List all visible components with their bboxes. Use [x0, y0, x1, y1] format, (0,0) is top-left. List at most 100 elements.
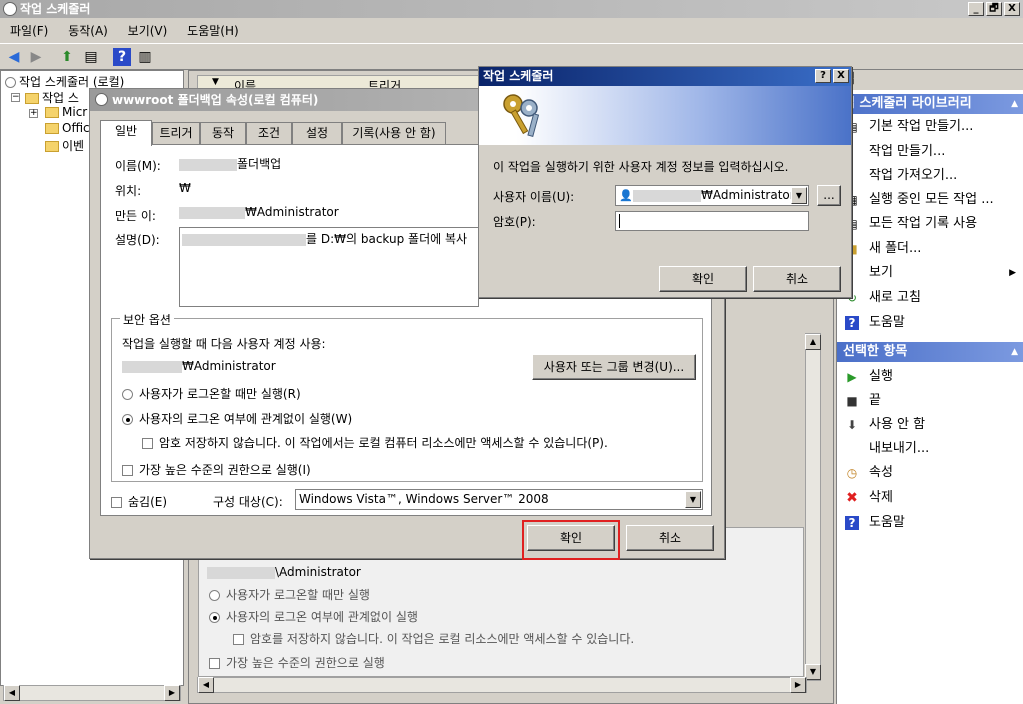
- down-arrow-icon: ⬇: [846, 418, 858, 432]
- scroll-right-icon[interactable]: ▶: [164, 685, 180, 701]
- menu-view[interactable]: 보기(V): [122, 18, 174, 43]
- back-arrow-icon[interactable]: ◀: [5, 48, 23, 66]
- preview-account: \Administrator: [207, 565, 361, 579]
- configure-for-select[interactable]: Windows Vista™, Windows Server™ 2008 ▼: [295, 489, 703, 510]
- dropdown-arrow-icon[interactable]: ▼: [791, 187, 807, 204]
- security-run-as-label: 작업을 실행할 때 다음 사용자 계정 사용:: [122, 337, 326, 351]
- action-end[interactable]: ■ 끝: [837, 390, 1023, 412]
- properties-clock-icon: ◷: [846, 466, 858, 480]
- help-icon[interactable]: ?: [113, 48, 131, 66]
- tree-horizontal-scrollbar[interactable]: ◀ ▶: [3, 685, 181, 701]
- credential-dialog: 작업 스케줄러 ? X 이 작업을 실행하기 위한 사용자 계정 정보를 입력하…: [478, 66, 852, 298]
- description-textarea[interactable]: 를 D:₩의 backup 폴더에 복사: [179, 227, 479, 307]
- action-new-folder[interactable]: ■ 새 폴더...: [837, 238, 1023, 260]
- security-account: ₩Administrator: [122, 359, 276, 373]
- submenu-arrow-icon: ▶: [1009, 268, 1016, 278]
- description-label: 설명(D):: [115, 233, 160, 247]
- author-value: ₩Administrator: [179, 205, 339, 219]
- action-delete[interactable]: ✖ 삭제: [837, 487, 1023, 509]
- help-button[interactable]: ?: [815, 69, 831, 83]
- user-icon: 👤: [619, 189, 633, 202]
- tab-settings[interactable]: 설정: [292, 122, 342, 144]
- change-user-button[interactable]: 사용자 또는 그룹 변경(U)...: [532, 354, 696, 380]
- action-help-selected[interactable]: ? 도움말: [837, 512, 1023, 534]
- preview-check-no-password: 암호를 저장하지 않습니다. 이 작업은 로컬 리소스에만 액세스할 수 있습니…: [233, 630, 634, 647]
- scroll-left-icon[interactable]: ◀: [198, 677, 214, 693]
- tree-item-microsoft[interactable]: Micr: [45, 105, 87, 119]
- folder-icon: [45, 123, 59, 134]
- action-disable[interactable]: ⬇ 사용 안 함: [837, 414, 1023, 436]
- stop-icon: ■: [846, 394, 858, 408]
- center-vertical-scrollbar[interactable]: ▲ ▼: [805, 333, 821, 681]
- close-button[interactable]: X: [833, 69, 849, 83]
- credential-cancel-button[interactable]: 취소: [753, 266, 841, 292]
- scroll-up-icon[interactable]: ▲: [805, 334, 821, 350]
- credential-dialog-title[interactable]: 작업 스케줄러 ? X: [479, 67, 851, 86]
- username-label: 사용자 이름(U):: [493, 190, 575, 204]
- check-highest-privileges[interactable]: 가장 높은 수준의 권한으로 실행(I): [122, 461, 311, 478]
- scroll-left-icon[interactable]: ◀: [4, 685, 20, 701]
- tab-triggers[interactable]: 트리거: [152, 122, 200, 144]
- minimize-button[interactable]: _: [968, 2, 984, 16]
- tab-actions[interactable]: 동작: [200, 122, 246, 144]
- properties-cancel-button[interactable]: 취소: [626, 525, 714, 551]
- action-create-task[interactable]: 작업 만들기...: [837, 141, 1023, 163]
- up-folder-icon[interactable]: ⬆: [58, 48, 76, 66]
- credential-prompt: 이 작업을 실행하기 위한 사용자 계정 정보를 입력하십시오.: [493, 160, 789, 174]
- username-combobox[interactable]: 👤 ₩Administrator ▼: [615, 185, 809, 206]
- forward-arrow-icon[interactable]: ▶: [27, 48, 45, 66]
- action-import-task[interactable]: 작업 가져오기...: [837, 165, 1023, 187]
- center-horizontal-scrollbar[interactable]: ◀ ▶: [197, 677, 807, 693]
- action-running-tasks[interactable]: ▦ 실행 중인 모든 작업 ...: [837, 189, 1023, 211]
- action-run[interactable]: ▶ 실행: [837, 366, 1023, 388]
- text-cursor: [619, 214, 620, 228]
- actions-section-selected[interactable]: 선택한 항목 ▲: [837, 342, 1023, 362]
- menu-action[interactable]: 동작(A): [62, 18, 114, 43]
- location-label: 위치:: [115, 184, 142, 198]
- browse-user-button[interactable]: ...: [817, 185, 841, 206]
- folder-clock-icon: [25, 93, 39, 104]
- password-label: 암호(P):: [493, 215, 536, 229]
- author-label: 만든 이:: [115, 209, 156, 223]
- preview-radio-regardless: 사용자의 로그온 여부에 관계없이 실행: [209, 608, 418, 625]
- restore-button[interactable]: 🗗: [986, 2, 1002, 16]
- tab-general[interactable]: 일반: [100, 120, 152, 146]
- check-hidden[interactable]: 숨김(E): [111, 493, 167, 510]
- tab-history[interactable]: 기록(사용 안 함): [342, 122, 446, 144]
- main-window-title: 작업 스케줄러 _ 🗗 X: [0, 0, 1023, 18]
- check-no-password[interactable]: 암호 저장하지 않습니다. 이 작업에서는 로컬 컴퓨터 리소스에만 액세스할 …: [142, 434, 608, 451]
- tree-item-library[interactable]: 작업 스: [25, 89, 79, 106]
- properties-ok-button[interactable]: 확인: [527, 525, 615, 551]
- tree-item-event[interactable]: 이벤: [45, 137, 84, 154]
- menu-file[interactable]: 파일(F): [4, 18, 54, 43]
- action-view[interactable]: 보기 ▶: [837, 262, 1023, 284]
- expand-icon[interactable]: +: [29, 109, 38, 118]
- scroll-down-icon[interactable]: ▼: [805, 664, 821, 680]
- action-refresh[interactable]: ↻ 새로 고침: [837, 287, 1023, 309]
- tab-conditions[interactable]: 조건: [246, 122, 292, 144]
- tree-item-office[interactable]: Offic: [45, 121, 90, 135]
- configure-label: 구성 대상(C):: [213, 495, 283, 509]
- menu-bar: 파일(F) 동작(A) 보기(V) 도움말(H): [0, 18, 1023, 44]
- action-enable-history[interactable]: ▤ 모든 작업 기록 사용: [837, 213, 1023, 235]
- action-create-basic-task[interactable]: ▤ 기본 작업 만들기...: [837, 116, 1023, 138]
- close-button[interactable]: X: [1004, 2, 1020, 16]
- radio-logon-only[interactable]: 사용자가 로그온할 때만 실행(R): [122, 385, 301, 402]
- menu-help[interactable]: 도움말(H): [181, 18, 245, 43]
- scroll-right-icon[interactable]: ▶: [790, 677, 806, 693]
- dropdown-arrow-icon[interactable]: ▼: [685, 491, 701, 508]
- clock-icon: [5, 77, 16, 88]
- action-export[interactable]: 내보내기...: [837, 438, 1023, 460]
- preview-check-highest: 가장 높은 수준의 권한으로 실행: [209, 654, 385, 671]
- actions-pane: 업 업 스케줄러 라이브러리▲ ▤기본 작업 만들기... 작업 만들기... …: [836, 70, 1023, 704]
- action-properties[interactable]: ◷ 속성: [837, 462, 1023, 484]
- radio-regardless[interactable]: 사용자의 로그온 여부에 관계없이 실행(W): [122, 410, 352, 427]
- password-input[interactable]: [615, 211, 809, 231]
- action-help[interactable]: ? 도움말: [837, 312, 1023, 334]
- security-options-group: 보안 옵션 작업을 실행할 때 다음 사용자 계정 사용: ₩Administr…: [111, 311, 703, 482]
- show-hide-tree-icon[interactable]: ▤: [82, 48, 100, 66]
- actions-section-library[interactable]: 업 스케줄러 라이브러리 ▲: [837, 94, 1023, 114]
- credential-ok-button[interactable]: 확인: [659, 266, 747, 292]
- collapse-icon[interactable]: −: [11, 93, 20, 102]
- action-pane-icon[interactable]: ▥: [136, 48, 154, 66]
